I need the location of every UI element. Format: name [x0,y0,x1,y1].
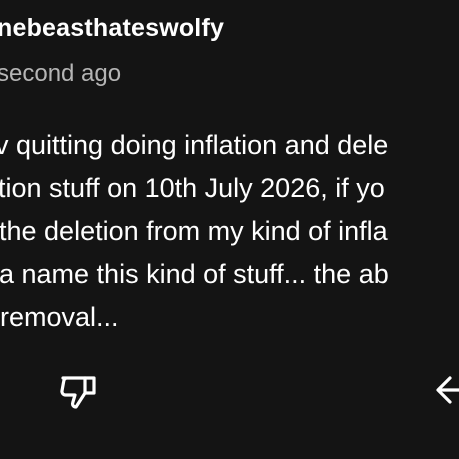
comment-body-line: a name this kind of stuff... the ab [0,259,389,289]
comment-card: nebeasthateswolfy second ago v quitting … [0,0,459,459]
comment-body-line: the deletion from my kind of infla [0,216,388,246]
reply-icon[interactable] [432,368,459,414]
comment-body-line: tion stuff on 10th July 2026, if yo [0,173,385,203]
comment-body-line: v quitting doing inflation and dele [0,130,389,160]
comment-body-line: removal... [0,302,119,332]
thumbs-down-icon[interactable] [56,368,102,414]
